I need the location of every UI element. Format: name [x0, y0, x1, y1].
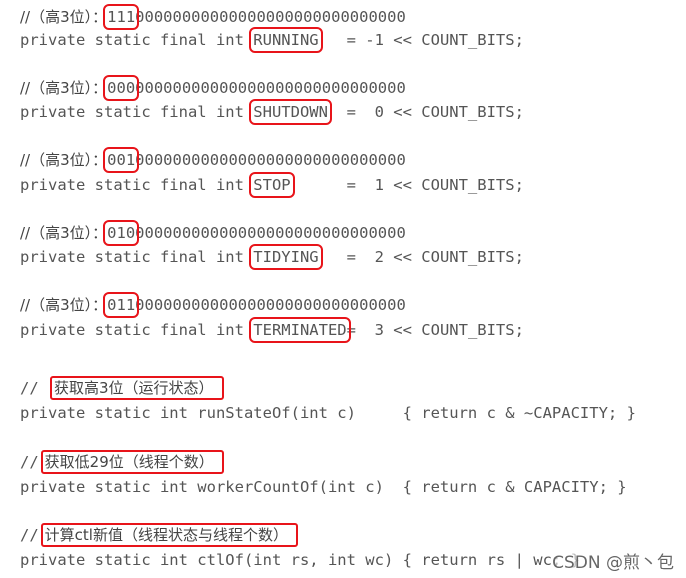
state-name: RUNNING [249, 27, 323, 53]
method-comment: //计算ctl新值（线程状态与线程个数） [20, 523, 298, 547]
decl-suffix: = 0 << COUNT_BITS; [327, 103, 524, 121]
comment-text: 计算ctl新值（线程状态与线程个数） [40, 523, 298, 547]
state-name: SHUTDOWN [249, 99, 332, 125]
comment-text: 获取低29位（线程个数） [40, 450, 224, 474]
high-bits: 000 [103, 75, 140, 101]
decl-prefix: private static final int [20, 176, 254, 194]
state-name: STOP [249, 172, 295, 198]
state-name: TIDYING [249, 244, 323, 270]
state-declaration: private static final int STOP = 1 << COU… [20, 172, 524, 198]
state-declaration: private static final int RUNNING = -1 <<… [20, 27, 524, 53]
comment-prefix: // [20, 526, 39, 544]
decl-prefix: private static final int [20, 321, 254, 339]
comment-prefix: //（高3位）： [20, 296, 108, 314]
watermark: CSDN @煎丶包 [552, 548, 674, 573]
high-bits: 010 [103, 220, 140, 246]
state-declaration: private static final int TIDYING = 2 << … [20, 244, 524, 270]
comment-prefix: //（高3位）： [20, 151, 108, 169]
bit-comment: //（高3位）：00000000000000000000000000000000 [20, 75, 406, 101]
method-code: private static int ctlOf(int rs, int wc)… [20, 551, 580, 569]
low-bits: 00000000000000000000000000000 [135, 224, 406, 242]
low-bits: 00000000000000000000000000000 [135, 8, 406, 26]
decl-prefix: private static final int [20, 248, 254, 266]
comment-text: 获取高3位（运行状态） [50, 376, 224, 400]
low-bits: 00000000000000000000000000000 [135, 151, 406, 169]
high-bits: 011 [103, 292, 140, 318]
comment-prefix: //（高3位）： [20, 8, 108, 26]
method-comment: // 获取高3位（运行状态） [20, 376, 224, 400]
state-name: TERMINATED [249, 317, 351, 343]
comment-prefix: //（高3位）： [20, 79, 108, 97]
method-code: private static int runStateOf(int c) { r… [20, 404, 636, 422]
decl-prefix: private static final int [20, 103, 254, 121]
bit-comment: //（高3位）：00100000000000000000000000000000 [20, 147, 406, 173]
comment-prefix: // [20, 453, 39, 471]
decl-suffix: = -1 << COUNT_BITS; [318, 31, 524, 49]
bit-comment: //（高3位）：01100000000000000000000000000000 [20, 292, 406, 318]
state-declaration: private static final int TERMINATED= 3 <… [20, 317, 524, 343]
comment-prefix: // [20, 379, 48, 397]
bit-comment: //（高3位）：11100000000000000000000000000000 [20, 4, 406, 30]
method-comment: //获取低29位（线程个数） [20, 450, 224, 474]
high-bits: 001 [103, 147, 140, 173]
decl-suffix: = 1 << COUNT_BITS; [290, 176, 524, 194]
state-declaration: private static final int SHUTDOWN = 0 <<… [20, 99, 524, 125]
decl-prefix: private static final int [20, 31, 254, 49]
decl-suffix: = 2 << COUNT_BITS; [318, 248, 524, 266]
comment-prefix: //（高3位）： [20, 224, 108, 242]
low-bits: 00000000000000000000000000000 [135, 79, 406, 97]
low-bits: 00000000000000000000000000000 [135, 296, 406, 314]
bit-comment: //（高3位）：01000000000000000000000000000000 [20, 220, 406, 246]
decl-suffix: = 3 << COUNT_BITS; [346, 321, 524, 339]
high-bits: 111 [103, 4, 140, 30]
method-code: private static int workerCountOf(int c) … [20, 478, 627, 496]
